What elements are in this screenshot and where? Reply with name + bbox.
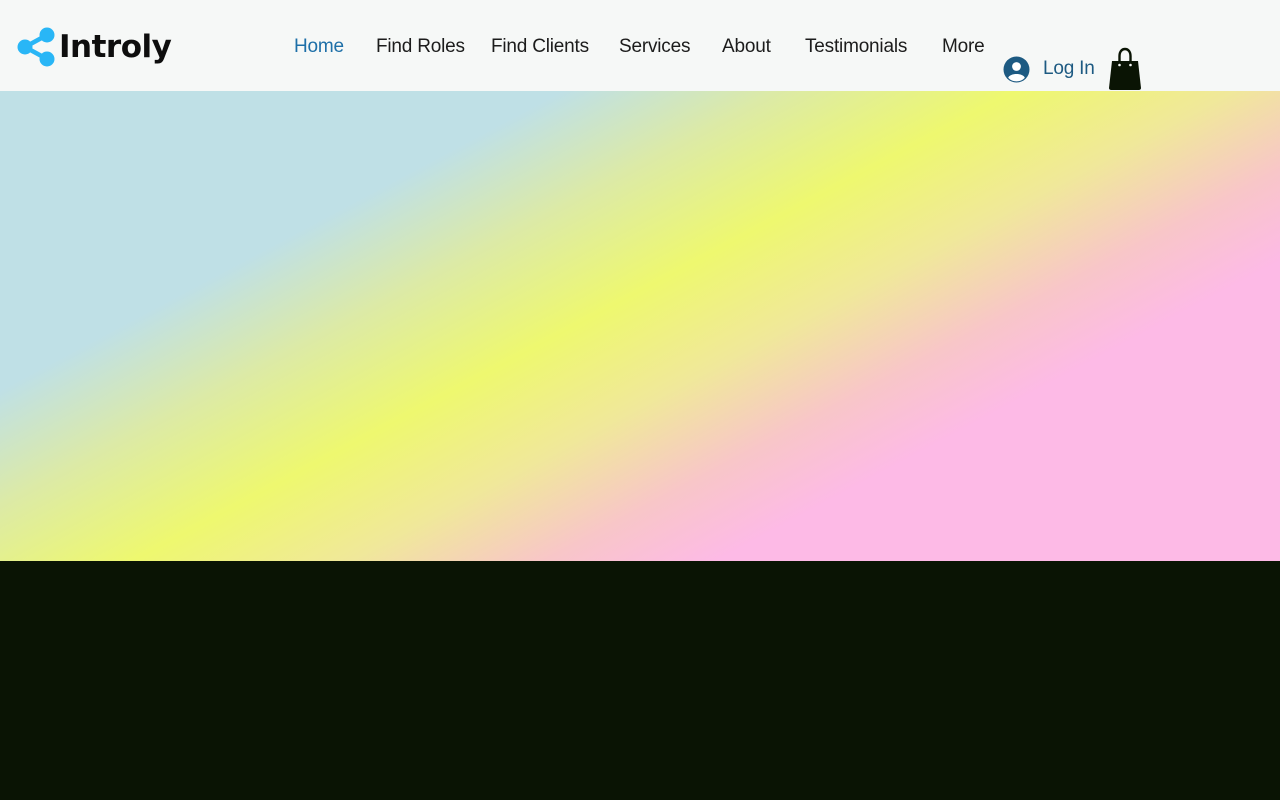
shopping-bag-icon xyxy=(1109,47,1141,90)
user-avatar-icon xyxy=(1003,56,1030,82)
nav-item-about[interactable]: About xyxy=(722,34,771,60)
site-header: Introly Home Find Roles Find Clients Ser… xyxy=(0,0,1280,91)
share-icon xyxy=(17,27,55,67)
brand-logo[interactable]: Introly xyxy=(16,26,172,68)
nav-item-services[interactable]: Services xyxy=(619,34,690,60)
cart-button[interactable] xyxy=(1107,47,1143,91)
dark-content-section xyxy=(0,561,1280,800)
brand-name: Introly xyxy=(59,28,172,65)
nav-item-find-roles[interactable]: Find Roles xyxy=(376,34,465,60)
nav-item-home[interactable]: Home xyxy=(294,34,344,60)
nav-item-testimonials[interactable]: Testimonials xyxy=(805,34,907,60)
nav-item-more[interactable]: More xyxy=(942,34,985,60)
login-button[interactable]: Log In xyxy=(1003,55,1095,83)
nav-item-find-clients[interactable]: Find Clients xyxy=(491,34,589,60)
login-label: Log In xyxy=(1043,58,1095,79)
hero-gradient-banner xyxy=(0,91,1280,561)
